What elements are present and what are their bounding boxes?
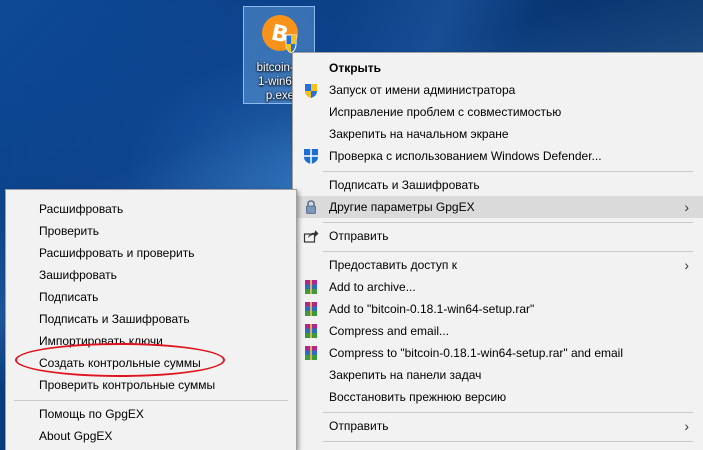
menu-item-open[interactable]: Открыть [293,57,703,79]
menu-item-label: Другие параметры GpgEX [329,200,475,214]
winrar-icon [305,324,317,338]
menu-item-label: Зашифровать [39,268,117,282]
menu-item-sign-encrypt[interactable]: Подписать и Зашифровать [293,174,703,196]
menu-item-label: Открыть [329,61,382,75]
bitcoin-icon: B [262,15,298,53]
menu-item-restore-previous-versions[interactable]: Восстановить прежнюю версию [293,386,703,408]
menu-item-label: Исправление проблем с совместимостью [329,105,562,119]
winrar-icon [305,346,317,360]
menu-item-label: Отправить [329,419,389,433]
submenu-item-encrypt[interactable]: Зашифровать [6,264,296,286]
winrar-icon [305,302,317,316]
submenu-item-sign-encrypt[interactable]: Подписать и Зашифровать [6,308,296,330]
menu-item-label: Расшифровать [39,202,124,216]
gpgex-submenu: Расшифровать Проверить Расшифровать и пр… [5,189,297,450]
menu-item-label: Compress to "bitcoin-0.18.1-win64-setup.… [329,346,623,360]
menu-item-send-to[interactable]: Отправить › [293,415,703,437]
menu-item-label: Проверить контрольные суммы [39,378,216,392]
menu-item-label: Расшифровать и проверить [39,246,195,260]
menu-item-label: Предоставить доступ к [329,258,457,272]
menu-item-label: Проверка с использованием Windows Defend… [329,149,602,163]
menu-item-troubleshoot-compatibility[interactable]: Исправление проблем с совместимостью [293,101,703,123]
menu-item-label: Помощь по GpgEX [39,407,144,421]
menu-item-label: Compress and email... [329,324,450,338]
submenu-arrow-icon: › [684,199,689,215]
menu-item-label: Add to "bitcoin-0.18.1-win64-setup.rar" [329,302,535,316]
menu-item-scan-defender[interactable]: Проверка с использованием Windows Defend… [293,145,703,167]
menu-item-label: Запуск от имени администратора [329,83,516,97]
menu-separator [323,412,693,413]
menu-separator [323,222,693,223]
menu-item-label: About GpgEX [39,429,113,443]
file-context-menu: Открыть Запуск от имени администратора И… [292,52,703,450]
submenu-item-gpgex-help[interactable]: Помощь по GpgEX [6,403,296,425]
menu-separator [323,441,693,442]
menu-item-label: Подписать [39,290,99,304]
submenu-item-decrypt[interactable]: Расшифровать [6,198,296,220]
submenu-item-about-gpgex[interactable]: About GpgEX [6,425,296,447]
submenu-arrow-icon: › [684,257,689,273]
submenu-arrow-icon: › [684,418,689,434]
menu-item-give-access-to[interactable]: Предоставить доступ к › [293,254,703,276]
menu-item-pin-to-start[interactable]: Закрепить на начальном экране [293,123,703,145]
submenu-item-sign[interactable]: Подписать [6,286,296,308]
menu-item-label: Подписать и Зашифровать [39,312,190,326]
menu-item-label: Отправить [329,229,389,243]
submenu-item-verify[interactable]: Проверить [6,220,296,242]
menu-item-compress-rar-email[interactable]: Compress to "bitcoin-0.18.1-win64-setup.… [293,342,703,364]
menu-item-compress-email[interactable]: Compress and email... [293,320,703,342]
menu-item-label: Закрепить на начальном экране [329,127,509,141]
menu-item-add-to-archive[interactable]: Add to archive... [293,276,703,298]
menu-item-label: Подписать и Зашифровать [329,178,480,192]
menu-separator [323,251,693,252]
lock-icon [306,200,316,214]
windows-defender-icon [304,149,318,164]
menu-item-share[interactable]: Отправить [293,225,703,247]
menu-item-label: Проверить [39,224,100,238]
annotation-highlight-ellipse [15,343,225,377]
uac-shield-overlay-icon [285,34,297,53]
menu-item-run-as-admin[interactable]: Запуск от имени администратора [293,79,703,101]
menu-item-add-to-rar[interactable]: Add to "bitcoin-0.18.1-win64-setup.rar" [293,298,703,320]
menu-item-label: Add to archive... [329,280,416,294]
submenu-item-verify-checksums[interactable]: Проверить контрольные суммы [6,374,296,396]
menu-separator [14,400,288,401]
menu-item-label: Восстановить прежнюю версию [329,390,507,404]
menu-item-pin-to-taskbar[interactable]: Закрепить на панели задач [293,364,703,386]
submenu-item-decrypt-verify[interactable]: Расшифровать и проверить [6,242,296,264]
share-icon [303,230,319,243]
winrar-icon [305,280,317,294]
menu-item-label: Закрепить на панели задач [329,368,482,382]
menu-separator [323,171,693,172]
menu-item-gpgex-more-options[interactable]: Другие параметры GpgEX › [293,196,703,218]
uac-shield-icon [305,84,317,98]
